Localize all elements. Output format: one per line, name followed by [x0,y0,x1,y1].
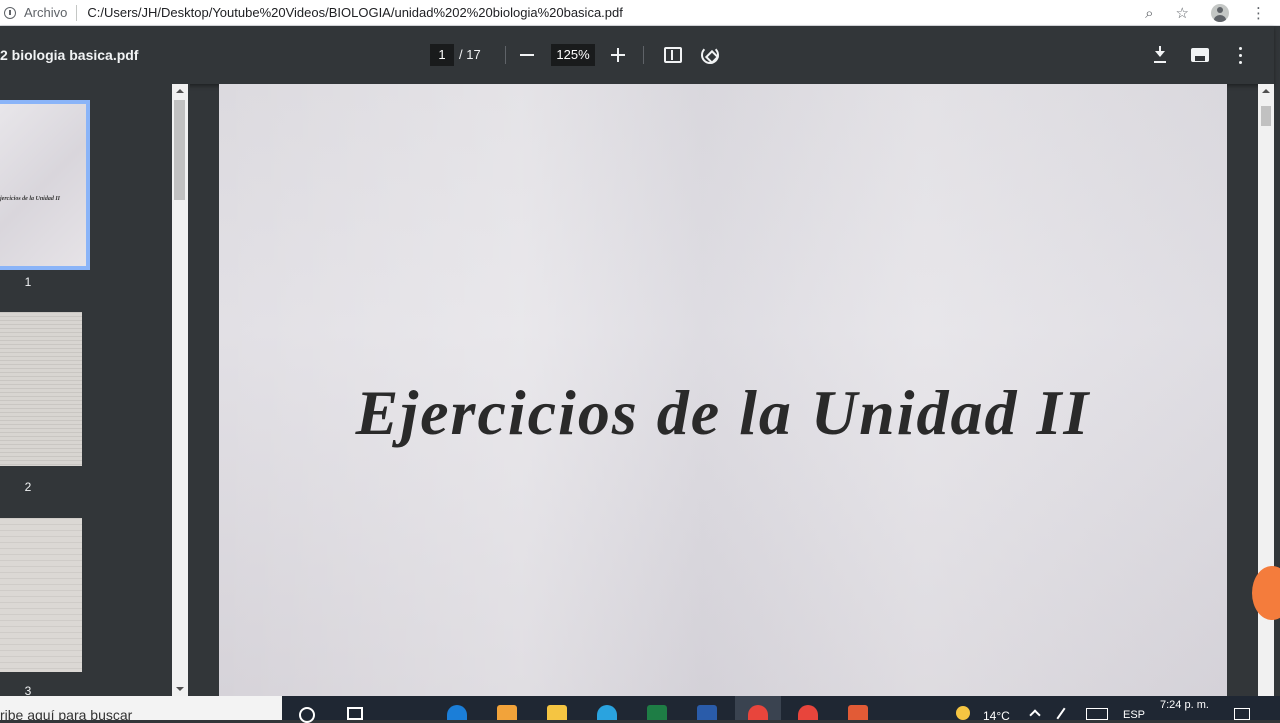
excel-icon[interactable] [647,705,667,720]
toolbar-divider [643,46,644,64]
thumbnail-number: 1 [24,275,32,289]
profile-avatar-icon[interactable] [1211,4,1229,22]
browser-menu-icon[interactable]: ⋮ [1251,4,1266,22]
thumbnail-sidebar: jercicios de la Unidad II 1 2 3 [0,84,190,698]
media-player-icon[interactable] [497,705,517,720]
sidebar-scrollbar[interactable] [172,84,188,696]
zoom-out-icon[interactable] [520,54,534,56]
scroll-up-icon[interactable] [176,89,184,93]
input-language[interactable]: ESP [1123,709,1145,721]
taskbar-clock[interactable]: 7:24 p. m. [1160,699,1209,711]
fit-page-icon[interactable] [664,47,682,63]
page-total: / 17 [459,47,481,62]
zoom-magnifier-icon[interactable]: ⌕ [1145,5,1153,22]
main-scroll-thumb[interactable] [1261,106,1271,126]
task-view-icon[interactable] [347,707,363,720]
weather-moon-icon[interactable] [956,706,970,720]
chrome-profile-icon[interactable] [798,705,818,720]
touch-keyboard-icon[interactable] [1086,708,1108,720]
address-bar-actions: ⌕ ☆ ⋮ [1145,0,1266,26]
thumbnail-page-1[interactable]: jercicios de la Unidad II [0,100,90,270]
weather-temperature[interactable]: 14°C [983,709,1010,723]
bookmark-star-icon[interactable]: ☆ [1176,4,1189,22]
address-bar[interactable]: Archivo C:/Users/JH/Desktop/Youtube%20Vi… [0,0,1280,26]
address-divider [76,4,78,21]
zoom-in-icon[interactable] [611,48,625,62]
floating-overlay-button[interactable] [1252,566,1280,620]
telegram-icon[interactable] [597,705,617,720]
download-icon[interactable] [1152,46,1168,64]
taskbar-search-input[interactable]: ribe aquí para buscar [0,696,282,720]
tray-expand-icon[interactable] [1029,709,1041,721]
windows-taskbar: ribe aquí para buscar 14°C ESP 7:24 p. m… [0,696,1280,723]
rotate-icon[interactable] [701,46,719,64]
pdf-page-view[interactable]: Ejercicios de la Unidad II [219,84,1227,696]
thumbnail-caption: jercicios de la Unidad II [0,196,60,202]
info-icon[interactable] [4,6,16,19]
thumbnail-page-2[interactable] [0,312,82,466]
powerpoint-icon[interactable] [848,705,868,720]
notifications-icon[interactable] [1234,708,1250,720]
scroll-up-icon[interactable] [1262,89,1270,93]
more-options-icon[interactable] [1239,46,1243,64]
word-icon[interactable] [697,705,717,720]
scroll-down-icon[interactable] [176,687,184,691]
pdf-toolbar: 2 biologia basica.pdf 1 / 17 125% [0,26,1274,84]
page-number-input[interactable]: 1 [430,44,454,66]
cortana-icon[interactable] [299,707,315,723]
toolbar-divider [505,46,506,64]
print-icon[interactable] [1191,48,1209,62]
chrome-icon[interactable] [748,705,768,720]
file-scheme-label: Archivo [24,5,68,20]
pen-workspace-icon[interactable] [1056,707,1066,720]
file-explorer-icon[interactable] [547,705,567,720]
page-heading: Ejercicios de la Unidad II [355,377,1091,448]
thumbnail-number: 2 [24,480,32,494]
thumbnail-page-3[interactable] [0,518,82,672]
url-text[interactable]: C:/Users/JH/Desktop/Youtube%20Videos/BIO… [87,5,623,20]
zoom-level-input[interactable]: 125% [551,44,595,66]
edge-browser-icon[interactable] [447,705,467,720]
document-title: 2 biologia basica.pdf [0,47,139,63]
sidebar-scroll-thumb[interactable] [174,100,185,200]
